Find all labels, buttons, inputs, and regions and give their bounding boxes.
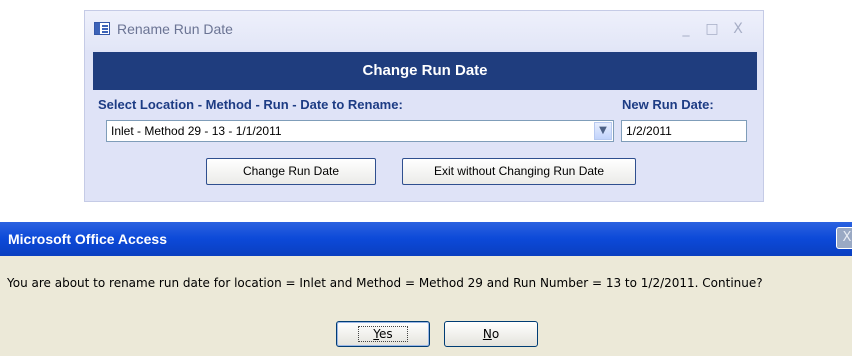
no-label: o	[491, 327, 500, 341]
dialog-titlebar[interactable]: Microsoft Office Access X	[0, 222, 852, 256]
combo-value: Inlet - Method 29 - 13 - 1/1/2011	[111, 124, 282, 138]
no-accelerator: N	[482, 327, 492, 341]
no-button[interactable]: No	[444, 321, 538, 347]
yes-button[interactable]: Yes	[336, 321, 430, 347]
minimize-button[interactable]: _	[677, 20, 695, 38]
location-method-run-date-combo[interactable]: Inlet - Method 29 - 13 - 1/1/2011 ▼	[106, 120, 614, 142]
new-run-date-label: New Run Date:	[622, 97, 714, 112]
yes-label: es	[379, 327, 393, 341]
exit-without-changing-button[interactable]: Exit without Changing Run Date	[402, 158, 636, 185]
close-button[interactable]: X	[729, 20, 747, 38]
rename-run-date-form: Rename Run Date _ □ X Change Run Date Se…	[84, 10, 764, 202]
maximize-button[interactable]: □	[703, 20, 721, 38]
close-icon[interactable]: X	[836, 227, 852, 249]
select-location-label: Select Location - Method - Run - Date to…	[98, 97, 403, 112]
form-icon	[94, 22, 110, 35]
dialog-title: Microsoft Office Access	[8, 231, 167, 247]
chevron-down-icon[interactable]: ▼	[594, 122, 612, 140]
dialog-message: You are about to rename run date for loc…	[7, 276, 763, 290]
change-run-date-button[interactable]: Change Run Date	[206, 158, 376, 185]
form-title: Rename Run Date	[117, 21, 233, 37]
new-run-date-input[interactable]: 1/2/2011	[621, 120, 747, 142]
confirm-dialog: Microsoft Office Access X You are about …	[0, 222, 852, 356]
form-titlebar[interactable]: Rename Run Date _ □ X	[85, 11, 763, 50]
form-header: Change Run Date	[93, 52, 757, 90]
